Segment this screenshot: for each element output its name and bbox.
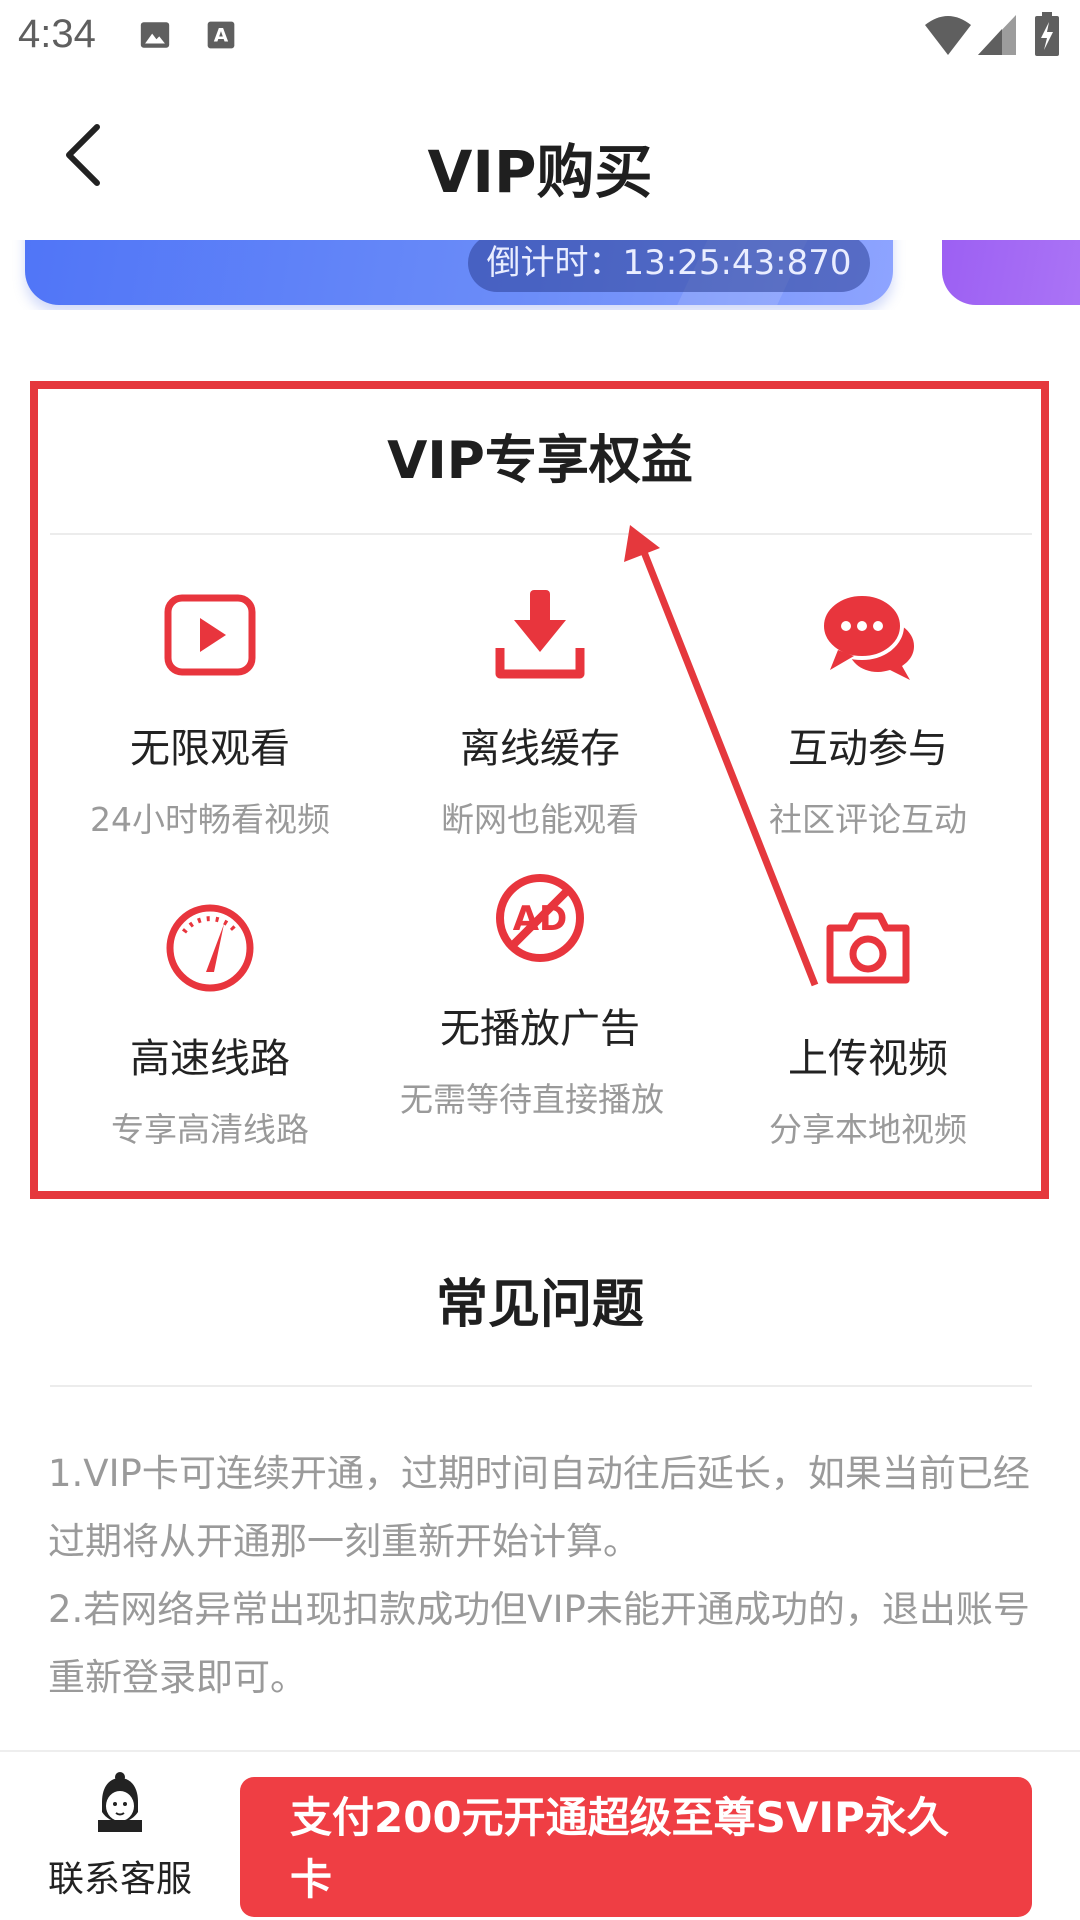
benefit-desc: 24小时畅看视频 bbox=[90, 800, 330, 839]
svg-text:A: A bbox=[214, 26, 229, 47]
faq-divider bbox=[50, 1385, 1032, 1387]
camera-icon bbox=[826, 912, 910, 984]
faq-title: 常见问题 bbox=[435, 1275, 644, 1335]
page-title: VIP购买 bbox=[427, 138, 653, 206]
benefit-item-unlimited: 无限观看 24小时畅看视频 bbox=[45, 590, 375, 846]
benefit-desc: 无需等待直接播放 bbox=[400, 1080, 664, 1119]
benefit-item-no-ads: AD 无播放广告 无需等待直接播放 bbox=[375, 870, 705, 1126]
benefit-desc: 社区评论互动 bbox=[769, 800, 967, 839]
pay-button[interactable]: 支付200元开通超级至尊SVIP永久卡 bbox=[240, 1777, 1032, 1917]
wifi-icon bbox=[925, 16, 971, 55]
benefit-desc: 断网也能观看 bbox=[441, 800, 639, 839]
benefit-name: 高速线路 bbox=[130, 1036, 290, 1082]
play-icon bbox=[164, 594, 256, 676]
vip-card-carousel[interactable]: 倒计时：13:25:43:870 bbox=[0, 240, 1080, 310]
benefits-divider bbox=[50, 533, 1032, 535]
benefit-desc: 分享本地视频 bbox=[769, 1110, 967, 1149]
benefit-item-speed: 高速线路 专享高清线路 bbox=[45, 900, 375, 1156]
benefit-item-interact: 互动参与 社区评论互动 bbox=[703, 590, 1033, 846]
benefit-name: 互动参与 bbox=[788, 726, 948, 772]
no-ad-icon: AD bbox=[496, 874, 584, 962]
customer-service-icon bbox=[98, 1772, 142, 1832]
benefit-name: 无限观看 bbox=[130, 726, 290, 772]
faq-item: 1.VIP卡可连续开通，过期时间自动往后延长，如果当前已经过期将从开通那一刻重新… bbox=[48, 1452, 1030, 1563]
benefit-name: 无播放广告 bbox=[440, 1006, 640, 1052]
chat-bubbles-icon bbox=[820, 592, 914, 680]
benefit-name: 离线缓存 bbox=[460, 726, 620, 772]
speedometer-icon bbox=[166, 904, 254, 992]
app-header: VIP购买 bbox=[0, 75, 1080, 240]
benefit-item-upload: 上传视频 分享本地视频 bbox=[703, 900, 1033, 1156]
download-icon bbox=[495, 590, 585, 679]
faq-body: 1.VIP卡可连续开通，过期时间自动往后延长，如果当前已经过期将从开通那一刻重新… bbox=[48, 1440, 1038, 1712]
contact-service-label: 联系客服 bbox=[47, 1859, 192, 1900]
benefit-item-offline: 离线缓存 断网也能观看 bbox=[375, 590, 705, 846]
signal-icon bbox=[978, 15, 1016, 55]
status-time: 4:34 bbox=[18, 12, 96, 56]
benefit-desc: 专享高清线路 bbox=[111, 1110, 309, 1149]
image-icon bbox=[140, 22, 170, 48]
status-bar: 4:34 A bbox=[0, 0, 1080, 75]
contact-service-button[interactable]: 联系客服 bbox=[40, 1772, 200, 1902]
battery-charging-icon bbox=[1035, 12, 1059, 56]
countdown-badge: 倒计时：13:25:43:870 bbox=[468, 240, 870, 292]
benefits-title: VIP专享权益 bbox=[387, 431, 693, 491]
vip-card-next[interactable] bbox=[942, 240, 1080, 305]
bottom-bar: 联系客服 支付200元开通超级至尊SVIP永久卡 bbox=[0, 1750, 1080, 1920]
text-a-icon: A bbox=[207, 21, 235, 49]
faq-item: 2.若网络异常出现扣款成功但VIP未能开通成功的，退出账号重新登录即可。 bbox=[48, 1588, 1030, 1699]
benefit-name: 上传视频 bbox=[788, 1036, 948, 1082]
